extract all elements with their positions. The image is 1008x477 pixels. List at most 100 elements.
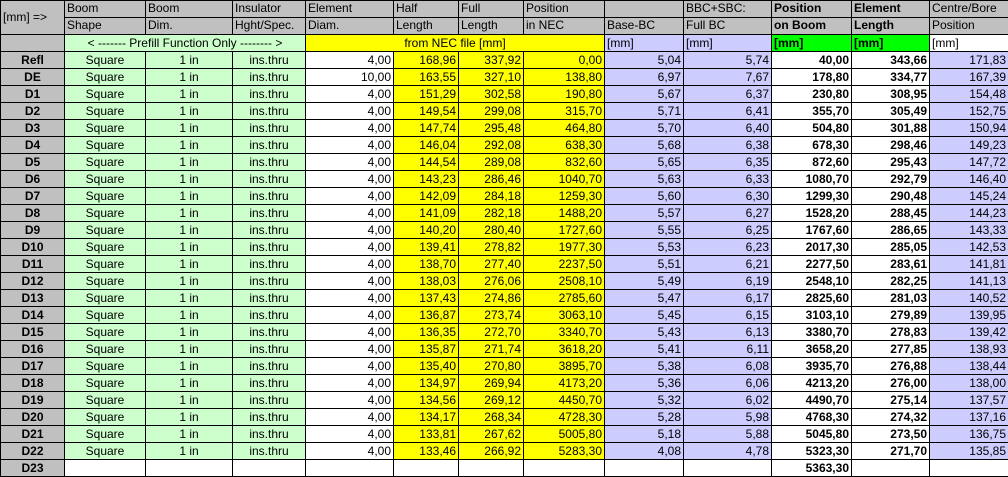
boom-dim-cell[interactable]: 1 in (146, 324, 233, 341)
base-bc-cell[interactable]: 5,51 (605, 256, 684, 273)
insulator-cell[interactable]: ins.thru (233, 324, 306, 341)
boom-dim-cell[interactable]: 1 in (146, 171, 233, 188)
full-bc-cell[interactable]: 6,08 (684, 358, 772, 375)
position-boom-cell[interactable]: 178,80 (772, 69, 852, 86)
element-diam-cell[interactable]: 4,00 (306, 103, 394, 120)
insulator-cell[interactable]: ins.thru (233, 137, 306, 154)
boom-dim-cell[interactable]: 1 in (146, 222, 233, 239)
half-length-cell[interactable]: 135,87 (394, 341, 459, 358)
boom-dim-cell[interactable]: 1 in (146, 375, 233, 392)
position-boom-cell[interactable]: 678,30 (772, 137, 852, 154)
row-label[interactable]: D2 (1, 103, 65, 120)
position-boom-cell[interactable]: 5323,30 (772, 443, 852, 460)
boom-shape-cell[interactable]: Square (65, 375, 146, 392)
header-boom-shape-l1[interactable]: Boom (65, 1, 146, 18)
header-boom-dim-l2[interactable]: Dim. (146, 18, 233, 35)
row-label[interactable]: D21 (1, 426, 65, 443)
full-length-cell[interactable]: 282,18 (459, 205, 524, 222)
element-diam-cell[interactable]: 4,00 (306, 154, 394, 171)
full-bc-cell[interactable]: 5,88 (684, 426, 772, 443)
element-length-cell[interactable]: 285,05 (852, 239, 930, 256)
boom-shape-cell[interactable]: Square (65, 358, 146, 375)
insulator-cell[interactable]: ins.thru (233, 120, 306, 137)
half-length-cell[interactable]: 144,54 (394, 154, 459, 171)
half-length-cell[interactable]: 149,54 (394, 103, 459, 120)
base-bc-cell[interactable]: 5,32 (605, 392, 684, 409)
boom-dim-cell[interactable]: 1 in (146, 69, 233, 86)
boom-dim-cell[interactable]: 1 in (146, 392, 233, 409)
header-element-length-l2[interactable]: Length (852, 18, 930, 35)
full-length-cell[interactable]: 272,70 (459, 324, 524, 341)
boom-dim-cell[interactable]: 1 in (146, 290, 233, 307)
row-label[interactable]: D5 (1, 154, 65, 171)
full-length-cell[interactable]: 267,62 (459, 426, 524, 443)
full-bc-cell[interactable]: 6,27 (684, 205, 772, 222)
half-length-cell[interactable]: 139,41 (394, 239, 459, 256)
header-element-diam-l2[interactable]: Diam. (306, 18, 394, 35)
boom-shape-cell[interactable]: Square (65, 86, 146, 103)
unit-element-length[interactable]: [mm] (852, 35, 930, 52)
centre-bore-cell[interactable]: 144,23 (930, 205, 1008, 222)
boom-dim-cell[interactable]: 1 in (146, 273, 233, 290)
element-length-cell[interactable]: 278,83 (852, 324, 930, 341)
position-nec-cell[interactable]: 4173,20 (524, 375, 605, 392)
position-nec-cell[interactable]: 1977,30 (524, 239, 605, 256)
boom-shape-cell[interactable]: Square (65, 222, 146, 239)
position-boom-cell[interactable]: 3935,70 (772, 358, 852, 375)
full-bc-cell[interactable]: 6,37 (684, 86, 772, 103)
element-diam-cell[interactable]: 4,00 (306, 341, 394, 358)
element-diam-cell[interactable]: 4,00 (306, 86, 394, 103)
position-boom-cell[interactable]: 1080,70 (772, 171, 852, 188)
position-nec-cell[interactable]: 5005,80 (524, 426, 605, 443)
element-length-cell[interactable]: 288,45 (852, 205, 930, 222)
element-diam-cell[interactable]: 4,00 (306, 307, 394, 324)
base-bc-cell[interactable]: 5,63 (605, 171, 684, 188)
centre-bore-cell[interactable]: 137,16 (930, 409, 1008, 426)
half-length-cell[interactable]: 140,20 (394, 222, 459, 239)
boom-shape-cell[interactable]: Square (65, 154, 146, 171)
full-length-cell[interactable]: 280,40 (459, 222, 524, 239)
element-diam-cell[interactable]: 10,00 (306, 69, 394, 86)
position-boom-cell[interactable]: 3380,70 (772, 324, 852, 341)
full-length-cell[interactable]: 302,58 (459, 86, 524, 103)
full-bc-cell[interactable]: 6,40 (684, 120, 772, 137)
boom-dim-cell[interactable]: 1 in (146, 409, 233, 426)
base-bc-cell[interactable]: 5,41 (605, 341, 684, 358)
row-label[interactable]: D17 (1, 358, 65, 375)
element-length-cell[interactable]: 290,48 (852, 188, 930, 205)
element-length-cell[interactable]: 298,46 (852, 137, 930, 154)
boom-shape-cell[interactable]: Square (65, 290, 146, 307)
boom-dim-cell[interactable]: 1 in (146, 86, 233, 103)
header-half-length-l1[interactable]: Half (394, 1, 459, 18)
position-boom-cell[interactable]: 504,80 (772, 120, 852, 137)
position-boom-cell[interactable]: 2017,30 (772, 239, 852, 256)
position-boom-cell[interactable]: 355,70 (772, 103, 852, 120)
row-label[interactable]: D9 (1, 222, 65, 239)
position-nec-cell[interactable]: 832,60 (524, 154, 605, 171)
insulator-cell[interactable]: ins.thru (233, 86, 306, 103)
position-nec-cell[interactable]: 638,30 (524, 137, 605, 154)
boom-shape-cell[interactable]: Square (65, 239, 146, 256)
header-boom-dim-l1[interactable]: Boom (146, 1, 233, 18)
insulator-cell[interactable]: ins.thru (233, 69, 306, 86)
element-length-cell[interactable]: 301,88 (852, 120, 930, 137)
row-label[interactable]: D4 (1, 137, 65, 154)
position-nec-cell[interactable]: 4450,70 (524, 392, 605, 409)
header-full-bc-l1[interactable]: BBC+SBC: (684, 1, 772, 18)
header-boom-shape-l2[interactable]: Shape (65, 18, 146, 35)
position-nec-cell[interactable]: 0,00 (524, 52, 605, 69)
base-bc-cell[interactable]: 5,43 (605, 324, 684, 341)
base-bc-cell[interactable]: 5,49 (605, 273, 684, 290)
header-position-boom-l1[interactable]: Position (772, 1, 852, 18)
centre-bore-cell[interactable]: 146,40 (930, 171, 1008, 188)
centre-bore-cell[interactable]: 136,75 (930, 426, 1008, 443)
element-diam-cell[interactable]: 4,00 (306, 239, 394, 256)
row-label[interactable]: D14 (1, 307, 65, 324)
full-bc-cell[interactable]: 6,02 (684, 392, 772, 409)
boom-dim-cell[interactable]: 1 in (146, 341, 233, 358)
header-insulator-l2[interactable]: Hght/Spec. (233, 18, 306, 35)
header-full-length-l1[interactable]: Full (459, 1, 524, 18)
insulator-cell[interactable]: ins.thru (233, 222, 306, 239)
position-nec-cell[interactable]: 1040,70 (524, 171, 605, 188)
boom-shape-cell[interactable]: Square (65, 273, 146, 290)
